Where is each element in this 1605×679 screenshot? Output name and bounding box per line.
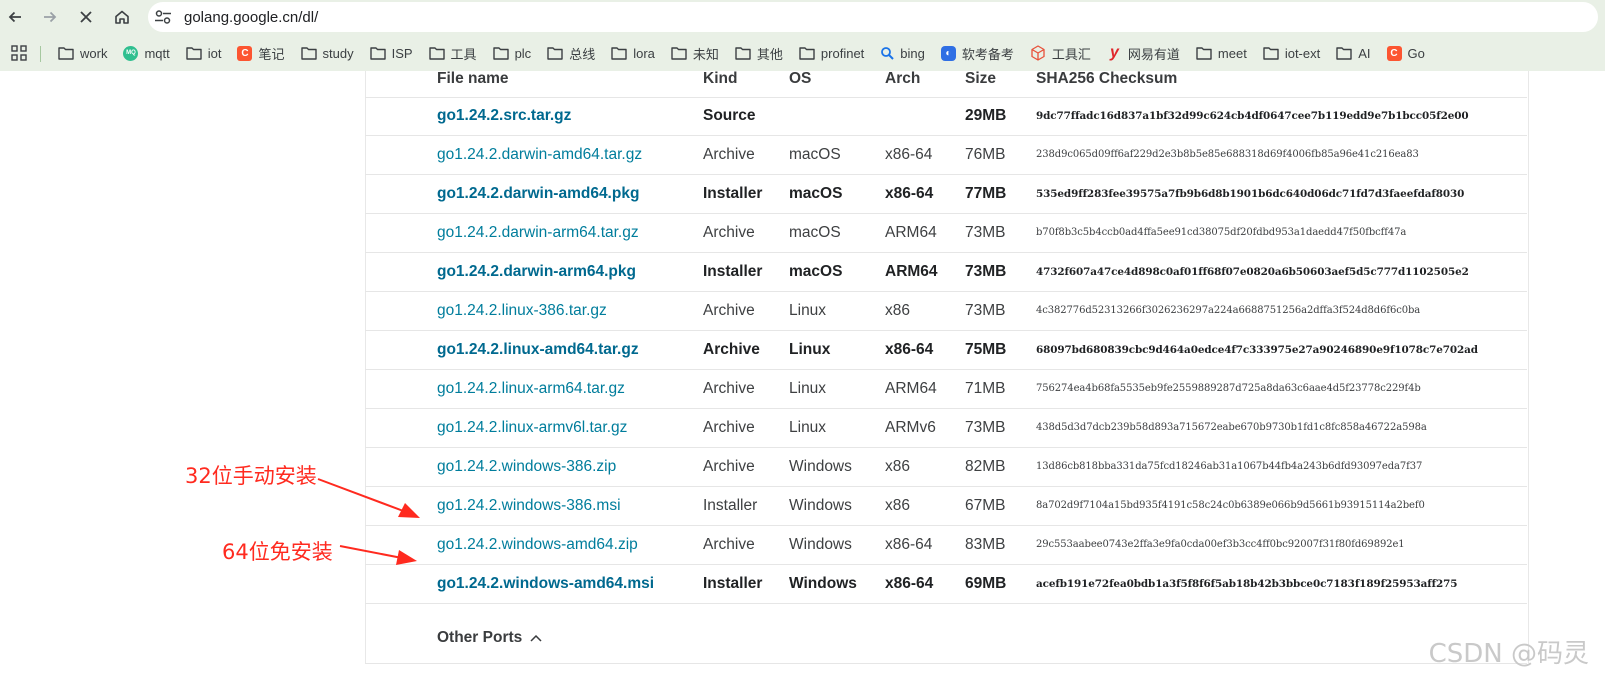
arrow-to-windows-386-msi — [317, 478, 420, 518]
arrow-to-windows-amd64-zip — [339, 545, 417, 565]
csdn-watermark: CSDN @码灵 — [1428, 639, 1589, 669]
annotation-arrows — [317, 478, 420, 565]
